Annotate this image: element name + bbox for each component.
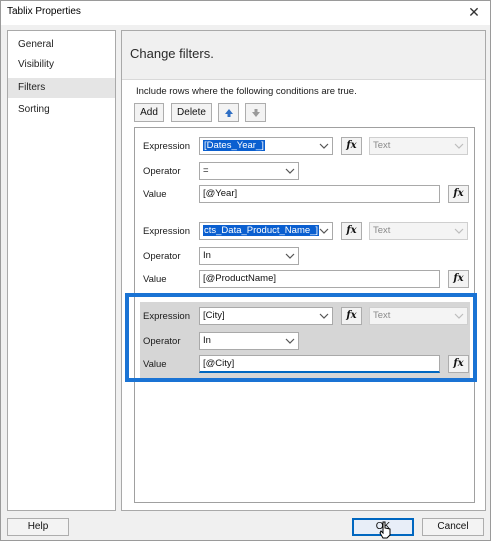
operator-value: In <box>203 250 211 261</box>
value-label: Value <box>143 189 167 200</box>
ok-button[interactable]: OK <box>352 518 414 536</box>
sidebar-item-sorting[interactable]: Sorting <box>8 100 115 120</box>
expression-value: [Dates_Year_] <box>203 140 265 151</box>
filter-condition-1[interactable]: Expression [Dates_Year_] fx Text Operato… <box>140 132 470 212</box>
sidebar-item-filters[interactable]: Filters <box>8 78 115 98</box>
value-fx-button[interactable]: fx <box>448 355 469 373</box>
expression-fx-button[interactable]: fx <box>341 307 362 325</box>
move-up-button[interactable] <box>218 103 239 122</box>
data-type-combo[interactable]: Text <box>369 307 468 325</box>
add-button[interactable]: Add <box>134 103 164 122</box>
chevron-down-icon <box>319 138 329 154</box>
delete-button[interactable]: Delete <box>171 103 212 122</box>
value-input[interactable]: [@Year] <box>199 185 440 203</box>
sidebar-item-general[interactable]: General <box>8 35 115 55</box>
expression-combo[interactable]: [Dates_Year_] <box>199 137 333 155</box>
chevron-down-icon <box>454 223 464 239</box>
operator-label: Operator <box>143 251 181 262</box>
expression-fx-button[interactable]: fx <box>341 222 362 240</box>
chevron-down-icon <box>319 223 329 239</box>
expression-value: cts_Data_Product_Name_] <box>203 225 320 236</box>
value-label: Value <box>143 359 167 370</box>
value-label: Value <box>143 274 167 285</box>
arrow-up-icon <box>224 109 234 121</box>
operator-value: = <box>203 165 209 176</box>
filter-condition-3[interactable]: Expression [City] fx Text Operator In Va… <box>140 302 470 382</box>
close-icon[interactable]: ✕ <box>466 4 482 20</box>
chevron-down-icon <box>454 308 464 324</box>
data-type-combo[interactable]: Text <box>369 137 468 155</box>
value-fx-button[interactable]: fx <box>448 185 469 203</box>
operator-combo[interactable]: In <box>199 332 299 350</box>
cancel-button[interactable]: Cancel <box>422 518 484 536</box>
expression-value: [City] <box>203 310 225 321</box>
move-down-button[interactable] <box>245 103 266 122</box>
value-input[interactable]: [@ProductName] <box>199 270 440 288</box>
expression-label: Expression <box>143 226 190 237</box>
instruction-text: Include rows where the following conditi… <box>136 86 357 97</box>
data-type-value: Text <box>373 140 391 151</box>
panel-header: Change filters. <box>122 31 485 80</box>
sidebar: General Visibility Filters Sorting <box>7 30 116 511</box>
chevron-down-icon <box>285 248 295 264</box>
arrow-down-icon <box>251 109 261 121</box>
operator-combo[interactable]: = <box>199 162 299 180</box>
filter-conditions-list: Expression [Dates_Year_] fx Text Operato… <box>134 127 475 503</box>
expression-combo[interactable]: [City] <box>199 307 333 325</box>
data-type-combo[interactable]: Text <box>369 222 468 240</box>
value-fx-button[interactable]: fx <box>448 270 469 288</box>
title-bar: Tablix Properties ✕ <box>1 1 490 25</box>
filter-condition-2[interactable]: Expression cts_Data_Product_Name_] fx Te… <box>140 217 470 297</box>
sidebar-item-visibility[interactable]: Visibility <box>8 55 115 75</box>
page-title: Change filters. <box>130 46 214 61</box>
chevron-down-icon <box>285 163 295 179</box>
expression-label: Expression <box>143 311 190 322</box>
expression-combo[interactable]: cts_Data_Product_Name_] <box>199 222 333 240</box>
operator-combo[interactable]: In <box>199 247 299 265</box>
chevron-down-icon <box>285 333 295 349</box>
data-type-value: Text <box>373 310 391 321</box>
chevron-down-icon <box>454 138 464 154</box>
operator-label: Operator <box>143 166 181 177</box>
filters-panel: Change filters. Include rows where the f… <box>121 30 486 511</box>
operator-label: Operator <box>143 336 181 347</box>
operator-value: In <box>203 335 211 346</box>
chevron-down-icon <box>319 308 329 324</box>
help-button[interactable]: Help <box>7 518 69 536</box>
dialog-title: Tablix Properties <box>7 6 81 17</box>
expression-fx-button[interactable]: fx <box>341 137 362 155</box>
expression-label: Expression <box>143 141 190 152</box>
tablix-properties-dialog: Tablix Properties ✕ General Visibility F… <box>0 0 491 541</box>
data-type-value: Text <box>373 225 391 236</box>
value-input[interactable]: [@City] <box>199 355 440 373</box>
